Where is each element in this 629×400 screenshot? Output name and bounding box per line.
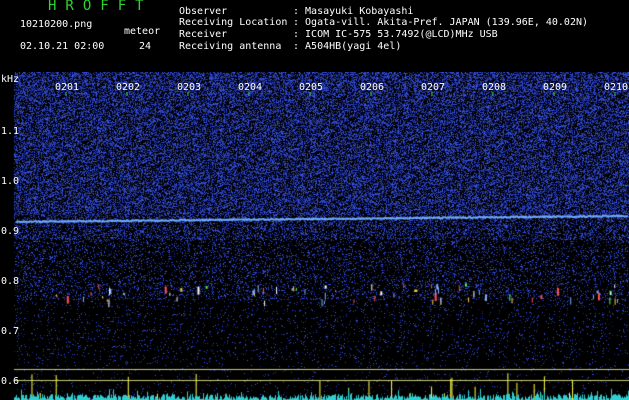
frequency-axis: 1.1 1.0 0.9 0.8 0.7 0.6	[1, 126, 19, 387]
time-axis: 0201 0202 0203 0204 0205 0206 0207 0208 0209 0210	[55, 82, 628, 96]
time-tick-label: 0204	[238, 82, 262, 93]
time-tick-label: 0207	[421, 82, 445, 93]
time-tick-label: 0203	[177, 82, 201, 93]
frequency-unit-label: kHz	[1, 74, 19, 85]
time-tick-label: 0206	[360, 82, 384, 93]
freq-tick-label: 0.9	[1, 226, 19, 237]
freq-tick-label: 0.7	[1, 326, 19, 337]
time-tick-label: 0209	[543, 82, 567, 93]
time-tick-label: 0202	[116, 82, 140, 93]
time-tick-label: 0210	[604, 82, 628, 93]
spectrogram-overlay: kHz 1.11.00.90.80.70.6 0201 0202 0203 0204 0…	[1, 74, 628, 387]
freq-tick-label: 0.8	[1, 276, 19, 287]
freq-tick-label: 0.6	[1, 376, 19, 387]
freq-tick-label: 1.1	[1, 126, 19, 137]
time-tick-label: 0208	[482, 82, 506, 93]
time-tick-label: 0201	[55, 82, 79, 93]
freq-tick-label: 1.0	[1, 176, 19, 187]
time-tick-label: 0205	[299, 82, 323, 93]
